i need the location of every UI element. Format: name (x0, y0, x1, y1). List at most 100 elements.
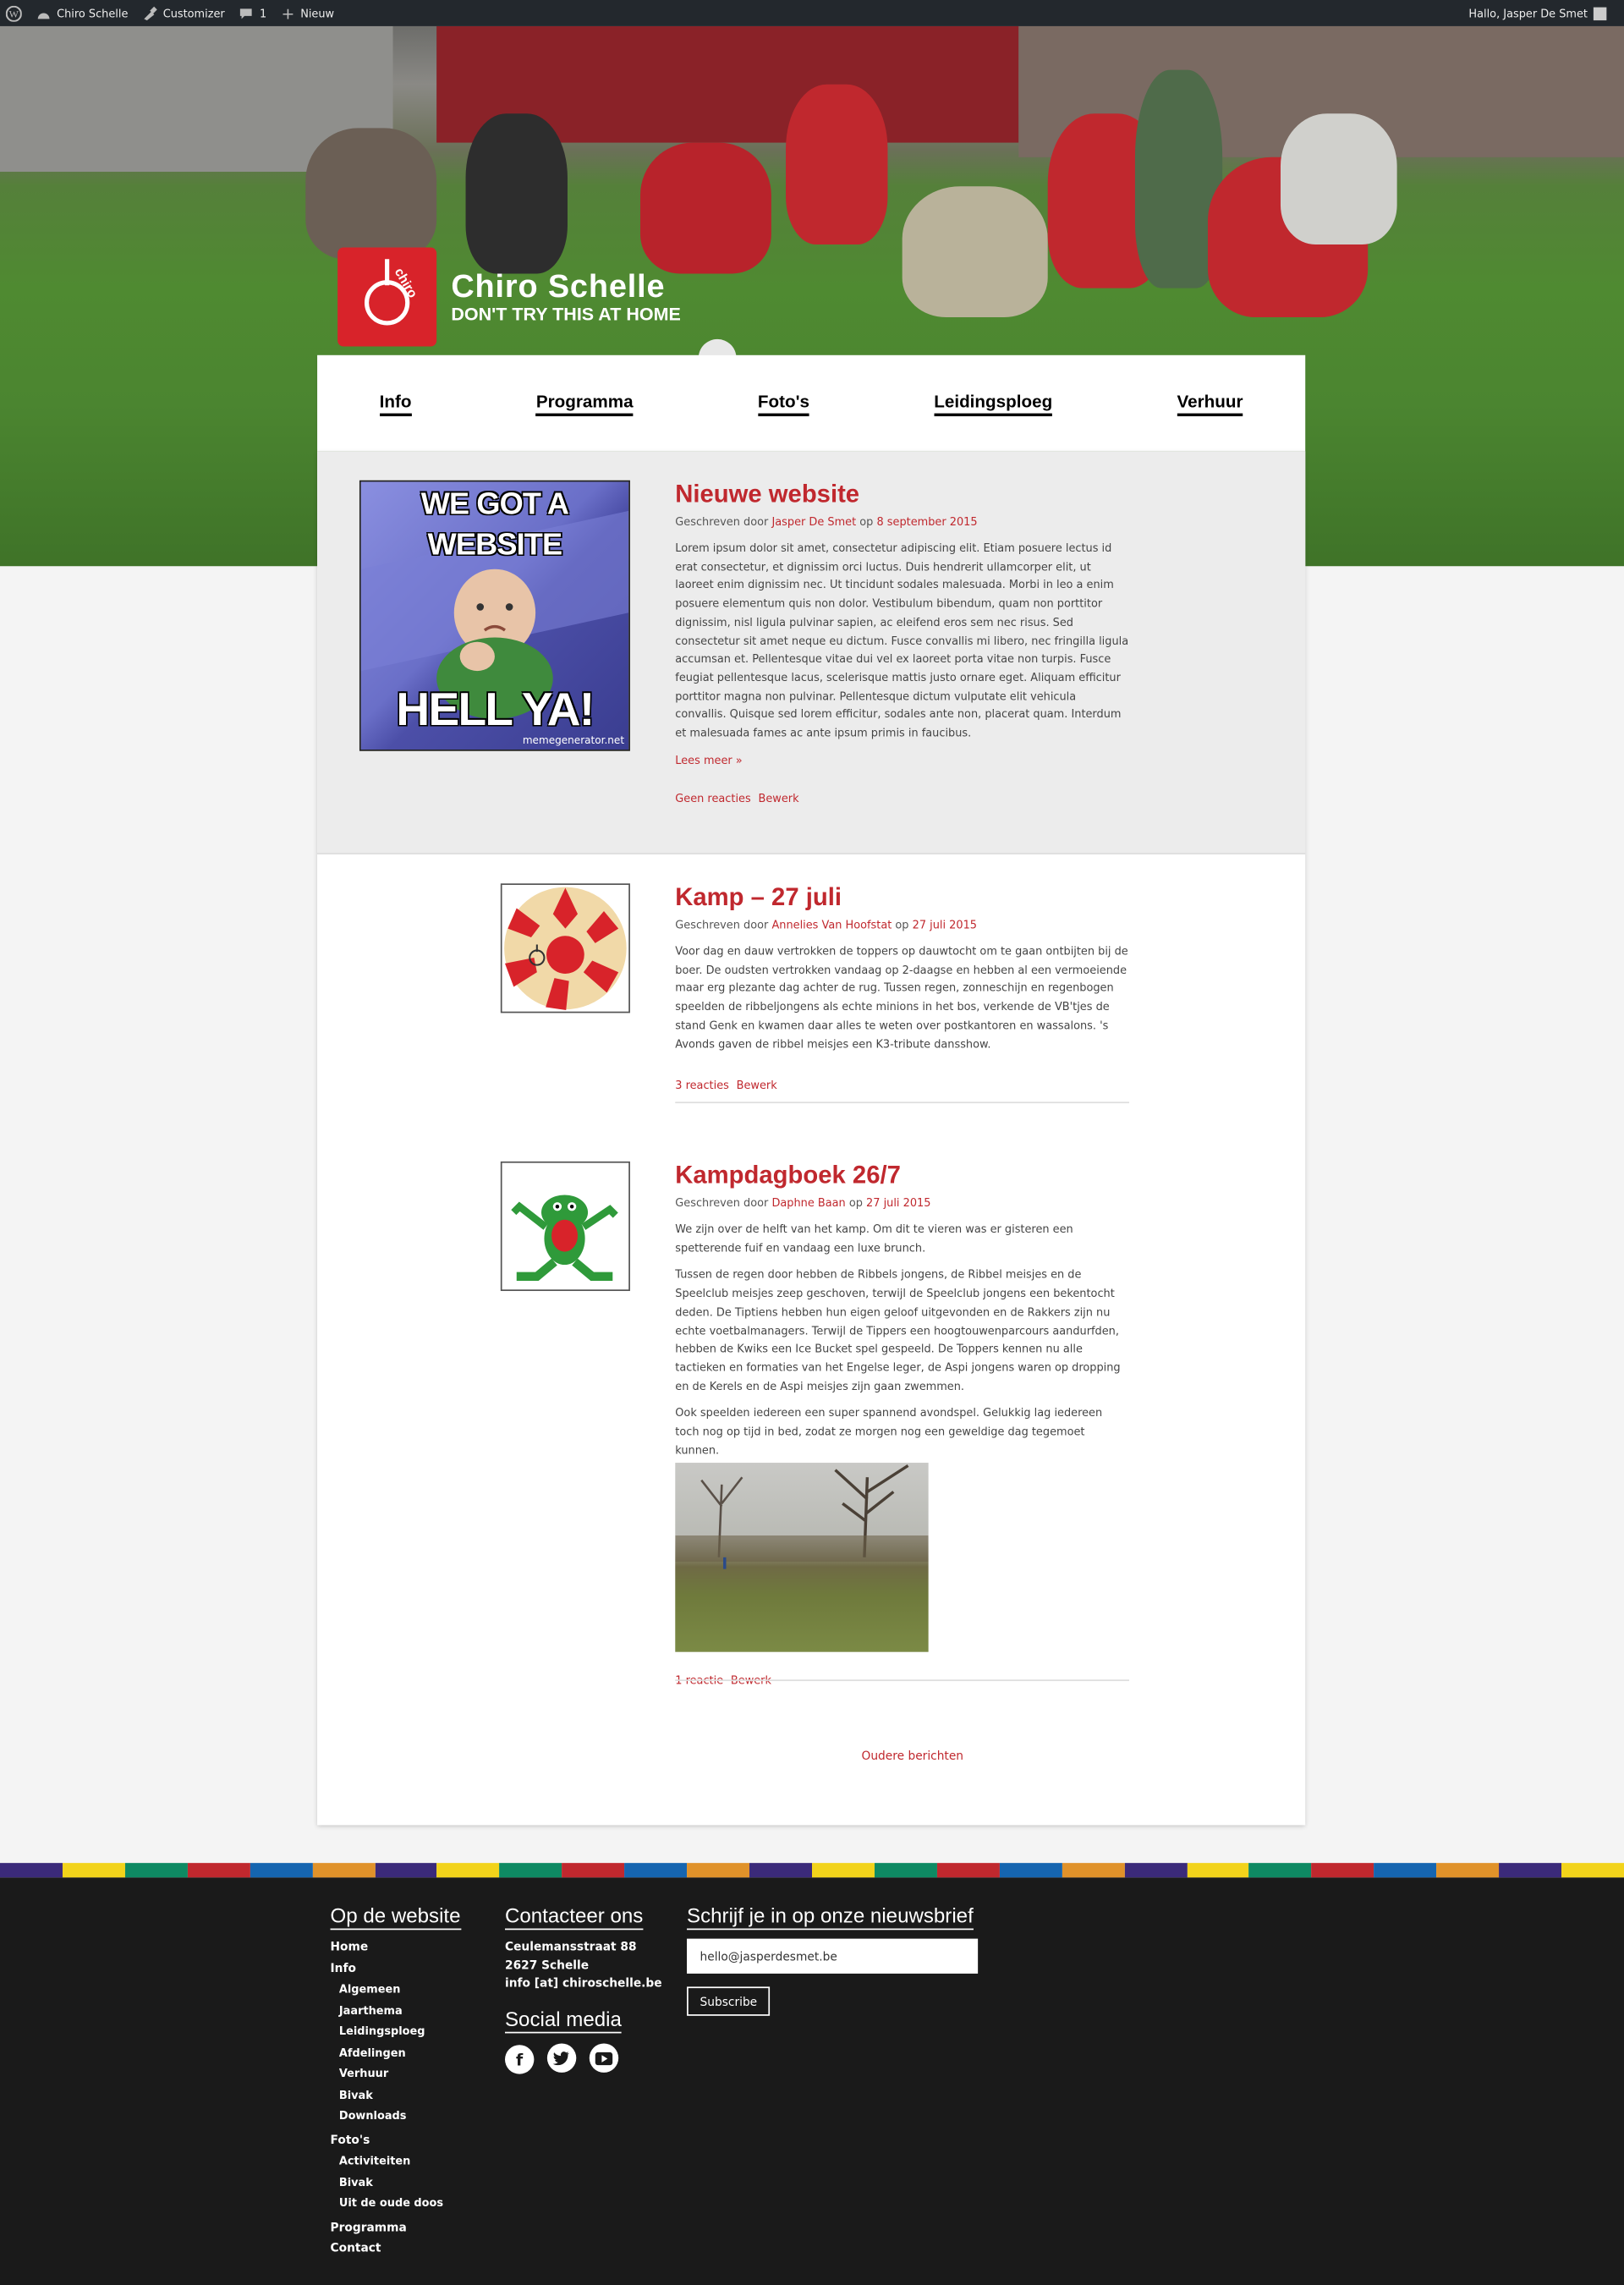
post-date-link[interactable]: 27 juli 2015 (866, 1196, 930, 1209)
post-body: Voor dag en dauw vertrokken de toppers o… (675, 944, 1128, 1051)
color-stripe-segment (1311, 1863, 1374, 1878)
meme-top-line-1: WE GOT A (420, 487, 569, 521)
footer-newsletter: Schrijf je in op onze nieuwsbrief Subscr… (687, 1901, 979, 2016)
post-meta: Geschreven door Jasper De Smet op 8 sept… (675, 515, 1129, 528)
footer-sublink[interactable]: Downloads (339, 2106, 461, 2127)
older-posts-link[interactable]: Oudere berichten (861, 1749, 963, 1762)
admin-comments-link[interactable]: 1 (239, 7, 266, 19)
post-title[interactable]: Nieuwe website (675, 481, 1129, 509)
hero-photo-figure (1280, 113, 1397, 245)
comments-link[interactable]: Geen reacties (675, 791, 750, 804)
footer-sublink[interactable]: Leidingsploeg (339, 2022, 461, 2043)
svg-text:W: W (9, 8, 19, 19)
post-title[interactable]: Kampdagboek 26/7 (675, 1162, 1129, 1190)
twitter-icon[interactable] (547, 2042, 577, 2073)
color-stripe-segment (187, 1863, 250, 1878)
newsletter-email-input[interactable] (687, 1938, 979, 1974)
color-stripe-segment (1499, 1863, 1562, 1878)
post-paragraph: Ook speelden iedereen een super spannend… (675, 1406, 1103, 1457)
youtube-icon[interactable] (590, 2043, 619, 2073)
post-meta-by: Geschreven door (675, 918, 769, 932)
post-footer-links: Geen reacties Bewerk (675, 780, 1129, 808)
footer-sublink[interactable]: Jaarthema (339, 2001, 461, 2022)
footer-link-info[interactable]: Info (331, 1958, 461, 1980)
admin-site-link[interactable]: Chiro Schelle (36, 7, 128, 19)
post-date-link[interactable]: 27 juli 2015 (913, 919, 977, 931)
post-thumbnail-kampdagboek[interactable] (500, 1161, 630, 1292)
edit-link[interactable]: Bewerk (737, 1079, 777, 1091)
admin-account-link[interactable]: Hallo, Jasper De Smet (1468, 6, 1607, 20)
nav-item-fotos[interactable]: Foto's (757, 391, 809, 416)
post-meta-on: op (859, 515, 874, 529)
post-date-link[interactable]: 8 september 2015 (876, 515, 977, 528)
dashboard-icon (37, 12, 50, 19)
hero-photo-figure (305, 128, 437, 260)
post-title[interactable]: Kamp – 27 juli (675, 883, 1129, 912)
color-stripe-segment (250, 1863, 313, 1878)
comments-link[interactable]: 3 reacties (675, 1079, 729, 1091)
avatar (1593, 6, 1607, 20)
footer-sublink[interactable]: Bivak (339, 2172, 461, 2194)
footer-sublink[interactable]: Bivak (339, 2085, 461, 2106)
site-logo[interactable]: chiro Chiro Schelle DON'T TRY THIS AT HO… (337, 247, 681, 347)
post-meta-by: Geschreven door (675, 515, 769, 529)
footer-link-contact[interactable]: Contact (331, 2238, 461, 2260)
site-tagline: DON'T TRY THIS AT HOME (451, 304, 681, 325)
nav-item-verhuur[interactable]: Verhuur (1177, 391, 1243, 416)
footer-sublink[interactable]: Verhuur (339, 2064, 461, 2085)
post-photo-field[interactable] (675, 1463, 929, 1653)
featured-post: WE GOT A WEBSITE HELL YA! memegenerator.… (317, 451, 1306, 854)
subscribe-button[interactable]: Subscribe (687, 1986, 771, 2016)
wordpress-logo-icon[interactable]: W (5, 5, 22, 21)
admin-customizer-link[interactable]: Customizer (143, 6, 225, 21)
color-stripe-segment (375, 1863, 437, 1878)
color-stripe-bar (0, 1863, 1624, 1878)
color-stripe-segment (499, 1863, 562, 1878)
color-stripe-segment (1248, 1863, 1312, 1878)
meme-bottom-line: HELL YA! (396, 682, 595, 735)
admin-site-label: Chiro Schelle (57, 6, 129, 20)
footer-sublink[interactable]: Algemeen (339, 1980, 461, 2001)
footer-link-fotos[interactable]: Foto's (331, 2130, 461, 2151)
admin-new-link[interactable]: + Nieuw (281, 3, 334, 22)
post-thumbnail-kamp[interactable] (500, 883, 630, 1013)
footer-link-home[interactable]: Home (331, 1937, 461, 1958)
post-divider (675, 1101, 1130, 1104)
color-stripe-segment (62, 1863, 125, 1878)
footer-sublink[interactable]: Uit de oude doos (339, 2194, 461, 2215)
post-paragraph: Tussen de regen door hebben de Ribbels j… (675, 1268, 1121, 1392)
footer-sublink[interactable]: Afdelingen (339, 2043, 461, 2064)
color-stripe-segment (1436, 1863, 1500, 1878)
hero-photo-figure (902, 186, 1048, 318)
post-meta-on: op (895, 918, 909, 932)
color-stripe-segment (1561, 1863, 1624, 1878)
trees-photo-illustration (675, 1464, 929, 1570)
footer-heading: Social media (504, 2007, 622, 2033)
post-divider (675, 1679, 1130, 1682)
post-author-link[interactable]: Annelies Van Hoofstat (771, 919, 892, 931)
green-monster-illustration (511, 1195, 618, 1281)
nav-item-info[interactable]: Info (379, 391, 412, 416)
meme-credit: memegenerator.net (522, 734, 625, 747)
post-thumbnail-meme[interactable]: WE GOT A WEBSITE HELL YA! memegenerator.… (359, 480, 630, 751)
post-meta: Geschreven door Annelies Van Hoofstat op… (675, 919, 1129, 931)
read-more-link[interactable]: Lees meer » (675, 754, 1129, 766)
edit-link[interactable]: Bewerk (758, 791, 798, 804)
post-author-link[interactable]: Jasper De Smet (771, 515, 856, 528)
post-meta-on: op (848, 1196, 863, 1210)
admin-greeting: Hallo, Jasper De Smet (1468, 6, 1588, 20)
post-excerpt: Lorem ipsum dolor sit amet, consectetur … (675, 541, 1129, 740)
post-kampdagboek: Kampdagboek 26/7 Geschreven door Daphne … (675, 1162, 1129, 1690)
post-author-link[interactable]: Daphne Baan (771, 1196, 845, 1209)
red-sun-emblem-icon (504, 887, 627, 1010)
meme-top-line-2: WEBSITE (427, 528, 562, 563)
footer-sublink[interactable]: Activiteiten (339, 2151, 461, 2172)
facebook-icon[interactable]: f (504, 2045, 535, 2074)
nav-item-leidingsploeg[interactable]: Leidingsploeg (934, 391, 1053, 416)
admin-customizer-label: Customizer (162, 6, 225, 20)
nav-item-programma[interactable]: Programma (535, 391, 634, 416)
chiro-emblem-icon: chiro (364, 259, 420, 326)
color-stripe-segment (436, 1863, 500, 1878)
post-meta: Geschreven door Daphne Baan op 27 juli 2… (675, 1196, 1129, 1209)
footer-link-programma[interactable]: Programma (331, 2217, 461, 2238)
